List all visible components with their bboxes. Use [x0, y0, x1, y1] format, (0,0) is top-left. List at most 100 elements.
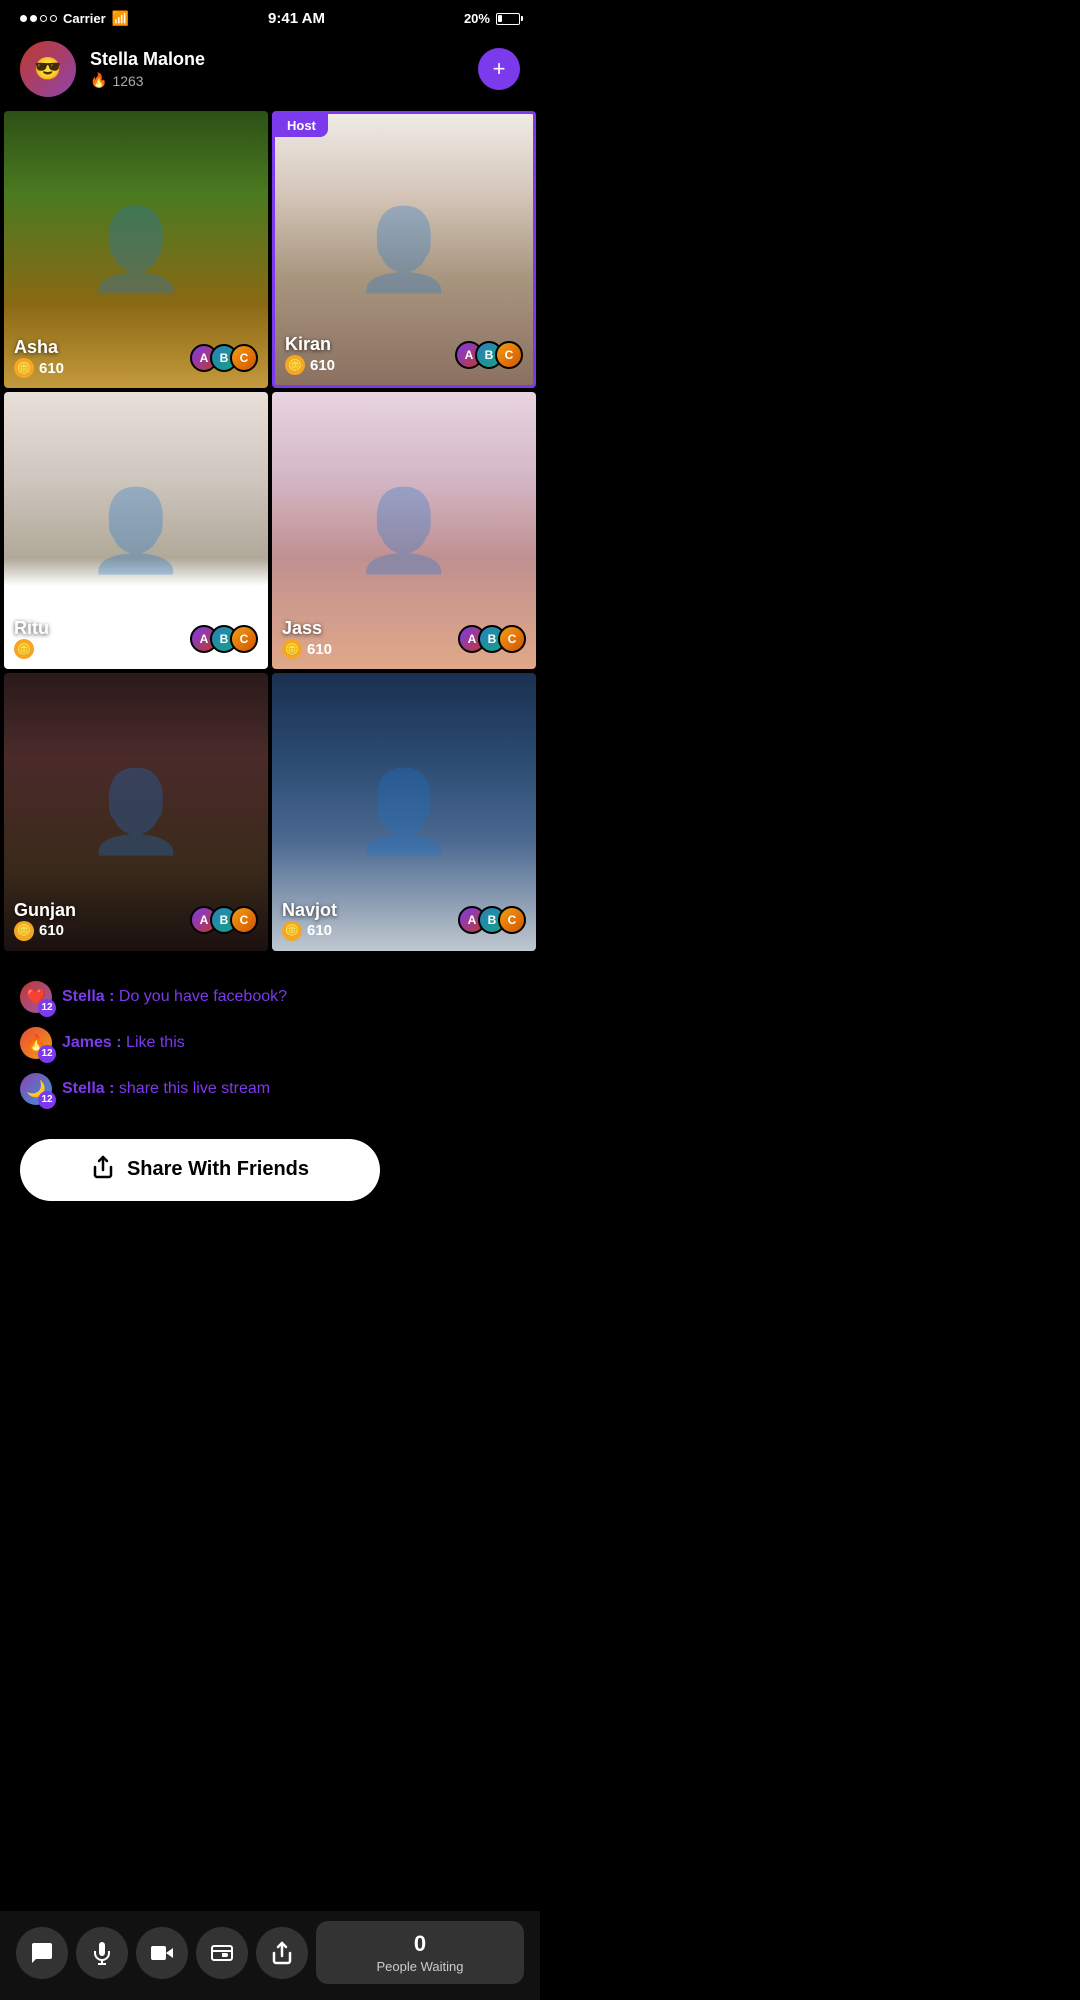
person-silhouette-gunjan: 👤: [86, 765, 186, 859]
video-cell-asha[interactable]: 👤 Asha 🪙 610 A B C: [4, 111, 268, 388]
chat-message-2: 🔥 12 James : Like this: [20, 1027, 520, 1059]
cell-bottom-gunjan: Gunjan 🪙 610 A B C: [14, 900, 258, 941]
name-label-jass: Jass: [282, 618, 332, 639]
add-button[interactable]: +: [478, 48, 520, 90]
chat-badge-2: 🔥 12: [20, 1027, 52, 1059]
battery-percent: 20%: [464, 11, 490, 26]
viewer-avatars-asha: A B C: [190, 344, 258, 372]
video-cell-ritu[interactable]: 👤 Ritu 🪙 610 A B C: [4, 392, 268, 669]
carrier-label: Carrier: [63, 11, 106, 26]
viewer-avatar-3-navjot: C: [498, 906, 526, 934]
person-silhouette-jass: 👤: [354, 484, 454, 578]
coin-icon-asha: 🪙: [14, 358, 34, 378]
coins-value-ritu: 610: [39, 641, 64, 658]
share-with-friends-button[interactable]: Share With Friends: [20, 1139, 380, 1201]
chat-section: ❤️ 12 Stella : Do you have facebook? 🔥 1…: [0, 971, 540, 1135]
user-info: Stella Malone 🔥 1263: [90, 49, 464, 89]
fire-icon: 🔥: [90, 72, 107, 89]
bottom-bar: 0 People Waiting: [0, 1911, 540, 2000]
user-name: Stella Malone: [90, 49, 464, 70]
video-cell-kiran[interactable]: 👤 Host Kiran 🪙 610 A B C: [272, 111, 536, 388]
cell-bottom-ritu: Ritu 🪙 610 A B C: [14, 618, 258, 659]
coin-icon-ritu: 🪙: [14, 639, 34, 659]
chat-badge-1: ❤️ 12: [20, 981, 52, 1013]
chat-content-2: Like this: [126, 1034, 185, 1051]
chat-message-1: ❤️ 12 Stella : Do you have facebook?: [20, 981, 520, 1013]
share-button-icon: [91, 1155, 115, 1185]
name-label-kiran: Kiran: [285, 334, 335, 355]
status-right: 20%: [464, 11, 520, 26]
name-label-ritu: Ritu: [14, 618, 64, 639]
host-badge: Host: [275, 114, 328, 137]
chat-content-3: share this live stream: [119, 1080, 270, 1097]
chat-badge-3: 🌙 12: [20, 1073, 52, 1105]
people-waiting-box: 0 People Waiting: [316, 1921, 524, 1984]
mic-bottom-button[interactable]: [76, 1927, 128, 1979]
status-time: 9:41 AM: [268, 10, 325, 27]
status-left: Carrier 📶: [20, 10, 129, 27]
name-label-navjot: Navjot: [282, 900, 337, 921]
signal-dot-3: [40, 15, 47, 22]
video-cell-navjot[interactable]: 👤 Navjot 🪙 610 A B C: [272, 673, 536, 950]
chat-text-1: Stella : Do you have facebook?: [62, 988, 287, 1006]
people-waiting-count: 0: [330, 1931, 510, 1957]
video-bottom-button[interactable]: [136, 1927, 188, 1979]
chat-text-3: Stella : share this live stream: [62, 1080, 270, 1098]
person-silhouette-ritu: 👤: [86, 484, 186, 578]
coin-icon-kiran: 🪙: [285, 355, 305, 375]
person-silhouette-navjot: 👤: [354, 765, 454, 859]
name-label-gunjan: Gunjan: [14, 900, 76, 921]
share-bottom-button[interactable]: [256, 1927, 308, 1979]
coins-jass: 🪙 610: [282, 639, 332, 659]
coin-icon-gunjan: 🪙: [14, 921, 34, 941]
coins-navjot: 🪙 610: [282, 921, 337, 941]
coins-asha: 🪙 610: [14, 358, 64, 378]
coins-value-jass: 610: [307, 641, 332, 658]
coin-icon-jass: 🪙: [282, 639, 302, 659]
coin-icon-navjot: 🪙: [282, 921, 302, 941]
person-silhouette-asha: 👤: [86, 203, 186, 297]
people-waiting-label: People Waiting: [330, 1959, 510, 1974]
viewer-avatars-kiran: A B C: [455, 341, 523, 369]
badge-number-1: 12: [38, 999, 56, 1017]
cell-bottom-asha: Asha 🪙 610 A B C: [14, 337, 258, 378]
coins-ritu: 🪙 610: [14, 639, 64, 659]
badge-number-3: 12: [38, 1091, 56, 1109]
badge-number-2: 12: [38, 1045, 56, 1063]
wallet-bottom-button[interactable]: [196, 1927, 248, 1979]
video-cell-jass[interactable]: 👤 Jass 🪙 610 A B C: [272, 392, 536, 669]
coins-value-kiran: 610: [310, 357, 335, 374]
signal-dot-2: [30, 15, 37, 22]
viewer-avatars-navjot: A B C: [458, 906, 526, 934]
cell-bottom-navjot: Navjot 🪙 610 A B C: [282, 900, 526, 941]
chat-text-2: James : Like this: [62, 1034, 185, 1052]
coins-value-gunjan: 610: [39, 922, 64, 939]
avatar-container: 😎: [20, 41, 76, 97]
user-header: 😎 Stella Malone 🔥 1263 +: [0, 33, 540, 111]
viewer-avatar-3-ritu: C: [230, 625, 258, 653]
coins-gunjan: 🪙 610: [14, 921, 76, 941]
cell-bottom-kiran: Kiran 🪙 610 A B C: [285, 334, 523, 375]
person-silhouette-kiran: 👤: [354, 203, 454, 297]
signal-dots: [20, 15, 57, 22]
signal-dot-4: [50, 15, 57, 22]
avatar: 😎: [20, 41, 76, 97]
chat-bottom-button[interactable]: [16, 1927, 68, 1979]
coins-value-asha: 610: [39, 360, 64, 377]
wifi-icon: 📶: [112, 10, 129, 27]
score-value: 1263: [112, 73, 143, 89]
share-button-container: Share With Friends: [0, 1135, 540, 1221]
viewer-avatar-3-jass: C: [498, 625, 526, 653]
signal-dot-1: [20, 15, 27, 22]
viewer-avatar-3-gunjan: C: [230, 906, 258, 934]
avatar-emoji: 😎: [34, 56, 61, 82]
video-cell-gunjan[interactable]: 👤 Gunjan 🪙 610 A B C: [4, 673, 268, 950]
cell-name-gunjan: Gunjan 🪙 610: [14, 900, 76, 941]
coins-kiran: 🪙 610: [285, 355, 335, 375]
chat-user-1: Stella :: [62, 988, 119, 1005]
user-score: 🔥 1263: [90, 72, 464, 89]
name-label-asha: Asha: [14, 337, 64, 358]
viewer-avatar-3-asha: C: [230, 344, 258, 372]
status-bar: Carrier 📶 9:41 AM 20%: [0, 0, 540, 33]
cell-bottom-jass: Jass 🪙 610 A B C: [282, 618, 526, 659]
